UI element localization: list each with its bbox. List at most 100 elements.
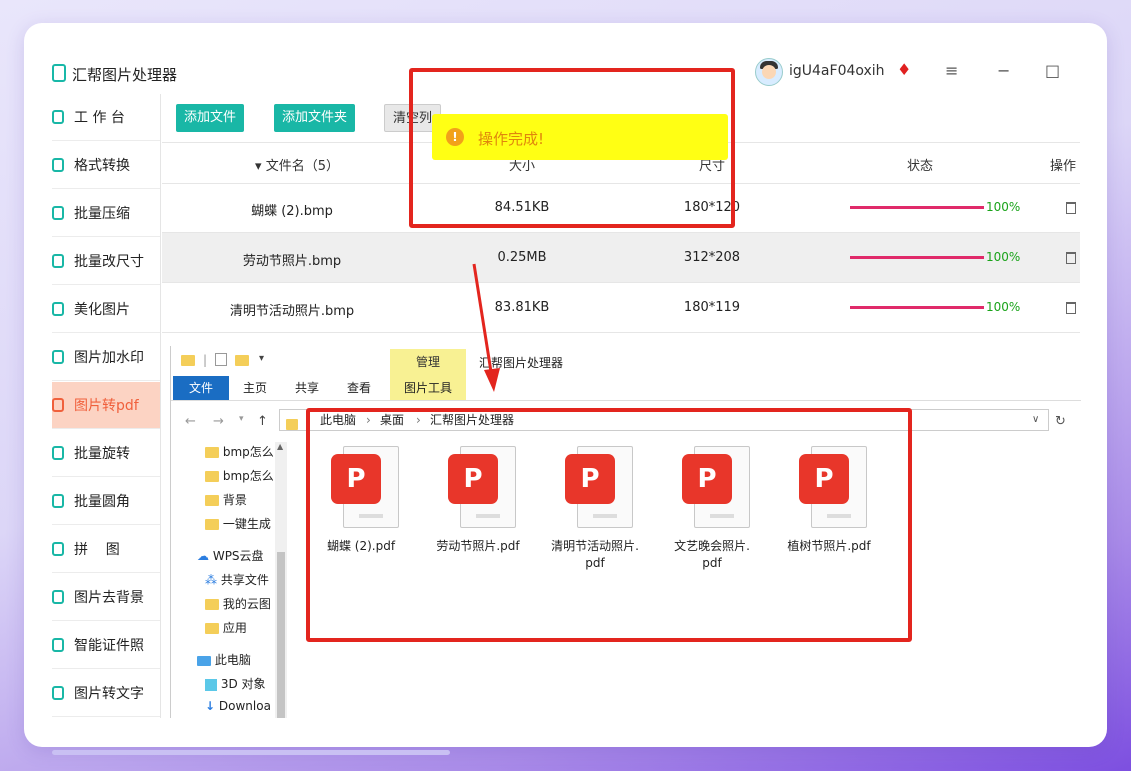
highlight-box-toast — [409, 68, 735, 228]
sidebar-item-watermark[interactable]: 图片加水印 — [52, 334, 160, 381]
tree-item-this-pc[interactable]: 此电脑 — [197, 651, 251, 668]
header-ops: 操作 — [1050, 159, 1077, 174]
tree-item[interactable]: 背景 — [205, 491, 247, 508]
sidebar-item-puzzle[interactable]: 拼 图 — [52, 526, 160, 573]
tab-picture-tools[interactable]: 图片工具 — [390, 376, 466, 400]
progress-bar — [850, 256, 984, 259]
add-folder-button[interactable]: 添加文件夹 — [274, 104, 356, 132]
forward-arrow-icon[interactable]: → — [213, 414, 224, 429]
sidebar-item-rotate[interactable]: 批量旋转 — [52, 430, 160, 477]
tab-file[interactable]: 文件 — [173, 376, 229, 400]
convert-icon — [52, 158, 64, 172]
tab-view[interactable]: 查看 — [347, 376, 371, 400]
remove-bg-icon — [52, 590, 64, 604]
sidebar-item-compress[interactable]: 批量压缩 — [52, 190, 160, 237]
trash-icon[interactable] — [1066, 202, 1076, 214]
up-arrow-icon[interactable]: ↑ — [257, 414, 268, 429]
tree-item[interactable]: 一键生成 — [205, 515, 271, 532]
ribbon-tabs: 文件 主页 共享 查看 — [171, 376, 1081, 401]
row-dims: 312*208 — [683, 250, 741, 265]
ocr-icon — [52, 686, 64, 700]
compress-icon — [52, 206, 64, 220]
tree-item[interactable]: 我的云图 — [205, 595, 271, 612]
highlight-box-files — [306, 408, 912, 642]
puzzle-icon — [52, 542, 64, 556]
beautify-icon — [52, 302, 64, 316]
menu-icon[interactable]: ≡ — [945, 61, 958, 80]
scroll-thumb[interactable] — [277, 552, 285, 718]
tree-item[interactable]: bmp怎么 — [205, 467, 274, 484]
add-file-button[interactable]: 添加文件 — [176, 104, 245, 132]
row-filename: 清明节活动照片.bmp — [229, 304, 355, 319]
sidebar-item-resize[interactable]: 批量改尺寸 — [52, 238, 160, 285]
round-corner-icon — [52, 494, 64, 508]
row-filename: 蝴蝶 (2).bmp — [251, 204, 333, 219]
progress-percent: 100% — [986, 200, 1021, 214]
header-filename[interactable]: ▾ 文件名（5） — [222, 155, 372, 174]
sidebar-item-beautify[interactable]: 美化图片 — [52, 286, 160, 333]
nav-tree: bmp怎么 bmp怎么 背景 一键生成 ☁ WPS云盘 ⁂ 共享文件 我的云图 … — [171, 438, 289, 718]
properties-icon[interactable] — [215, 353, 227, 366]
tab-home[interactable]: 主页 — [243, 376, 267, 400]
cube-icon — [205, 678, 217, 691]
manage-tab[interactable]: 管理 — [390, 349, 466, 376]
sidebar-item-ocr[interactable]: 图片转文字 — [52, 670, 160, 717]
row-size: 83.81KB — [494, 300, 550, 315]
watermark-icon — [52, 350, 64, 364]
sidebar-item-remove-bg[interactable]: 图片去背景 — [52, 574, 160, 621]
header-status: 状态 — [906, 159, 933, 174]
diamond-icon[interactable]: ♦ — [897, 60, 911, 79]
scroll-up-icon: ▲ — [277, 442, 284, 451]
under-bar — [52, 750, 450, 755]
sidebar-item-round-corner[interactable]: 批量圆角 — [52, 478, 160, 525]
folder-icon[interactable] — [181, 353, 195, 367]
tree-item[interactable]: bmp怎么 — [205, 443, 274, 460]
avatar[interactable] — [755, 58, 783, 86]
tree-item-3d[interactable]: 3D 对象 — [205, 675, 266, 692]
progress-bar — [850, 306, 984, 309]
chevron-down-icon[interactable]: ▾ — [259, 353, 264, 364]
trash-icon[interactable] — [1066, 252, 1076, 264]
share-icon: ⁂ — [205, 573, 217, 587]
separator: | — [203, 353, 208, 367]
sidebar-item-dashboard[interactable]: 工 作 台 — [52, 94, 160, 141]
computer-icon — [197, 655, 211, 666]
chevron-down-icon[interactable]: ∨ — [1032, 410, 1039, 430]
tree-item[interactable]: 应用 — [205, 619, 247, 636]
username[interactable]: igU4aF04oxih — [789, 63, 885, 79]
row-filename: 劳动节照片.bmp — [242, 254, 342, 269]
rotate-icon — [52, 446, 64, 460]
app-logo-icon — [52, 64, 66, 82]
new-folder-icon[interactable] — [235, 353, 249, 367]
cloud-icon: ☁ — [197, 549, 209, 563]
minimize-icon[interactable]: − — [997, 61, 1010, 80]
table-row[interactable]: 劳动节照片.bmp 0.25MB 312*208 100% — [162, 233, 1080, 283]
explorer-title: 汇帮图片处理器 — [479, 356, 564, 370]
chevron-down-icon[interactable]: ▾ — [239, 414, 244, 424]
dashboard-icon — [52, 110, 64, 124]
scrollbar[interactable]: ▲ — [275, 442, 287, 718]
back-arrow-icon[interactable]: ← — [185, 414, 196, 429]
download-icon: ↓ — [205, 699, 216, 713]
row-dims: 180*119 — [683, 300, 741, 315]
app-title: 汇帮图片处理器 — [72, 66, 178, 84]
sidebar-item-format-convert[interactable]: 格式转换 — [52, 142, 160, 189]
maximize-icon[interactable]: □ — [1045, 61, 1060, 80]
sidebar-item-id-photo[interactable]: 智能证件照 — [52, 622, 160, 669]
trash-icon[interactable] — [1066, 302, 1076, 314]
row-size: 0.25MB — [497, 250, 547, 265]
folder-icon — [286, 414, 298, 434]
progress-bar — [850, 206, 984, 209]
pdf-icon — [52, 398, 64, 412]
resize-icon — [52, 254, 64, 268]
tree-item-wps-cloud[interactable]: ☁ WPS云盘 — [197, 547, 264, 564]
sidebar: 工 作 台 格式转换 批量压缩 批量改尺寸 美化图片 图片加水印 图片转pdf … — [52, 94, 161, 718]
refresh-icon[interactable]: ↻ — [1055, 414, 1066, 429]
tree-item-downloads[interactable]: ↓ Downloa — [205, 699, 271, 713]
tab-share[interactable]: 共享 — [295, 376, 319, 400]
tree-item-shared[interactable]: ⁂ 共享文件 — [205, 571, 269, 588]
progress-percent: 100% — [986, 250, 1021, 264]
progress-percent: 100% — [986, 300, 1021, 314]
sidebar-item-image-to-pdf[interactable]: 图片转pdf — [52, 382, 160, 429]
table-row[interactable]: 清明节活动照片.bmp 83.81KB 180*119 100% — [162, 283, 1080, 333]
